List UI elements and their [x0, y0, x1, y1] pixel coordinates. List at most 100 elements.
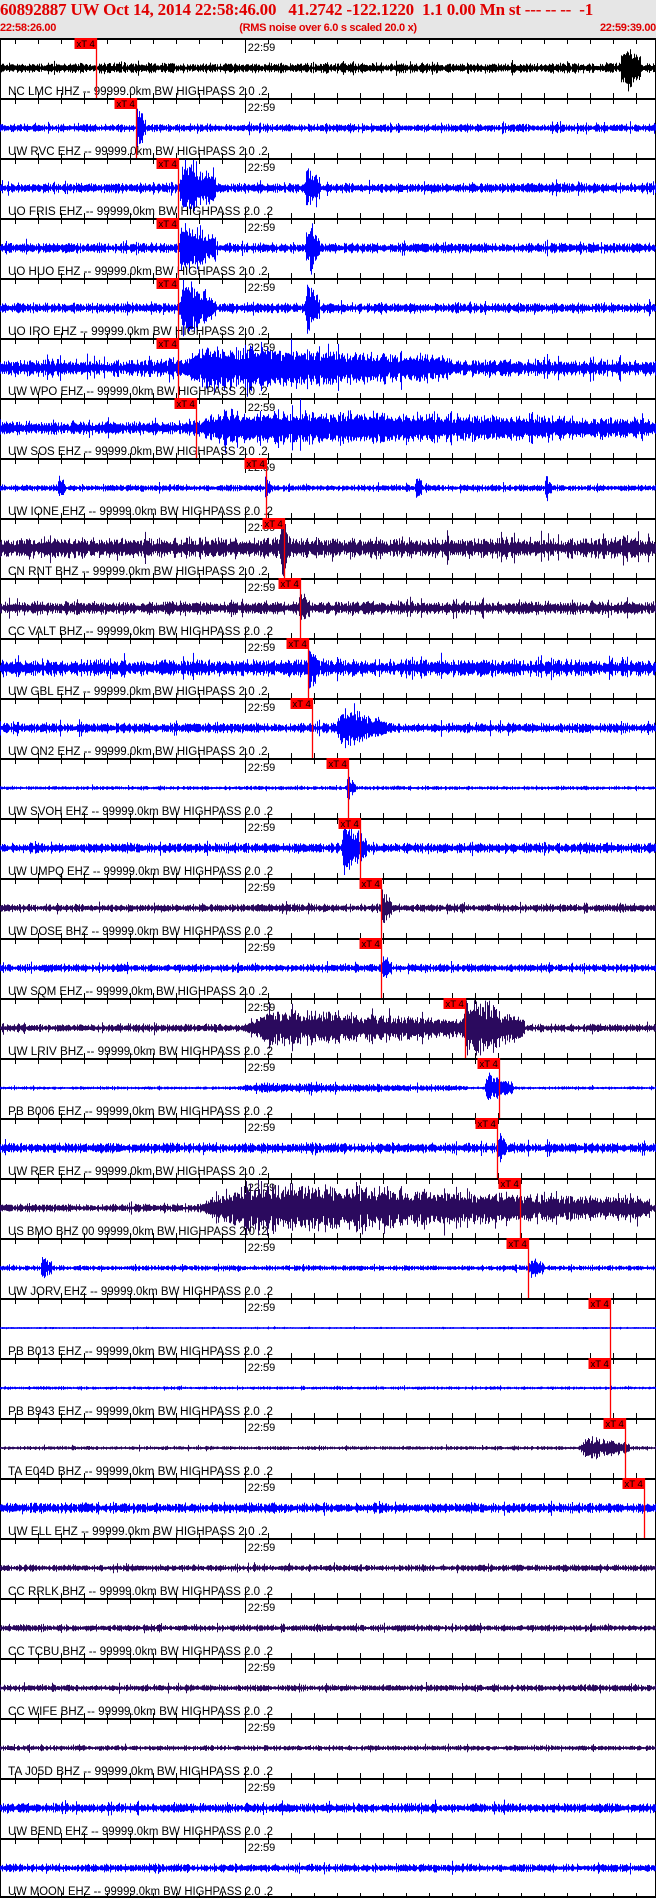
center-time-label: 22:59 — [248, 1002, 276, 1014]
trace: 22:59UW WPO EHZ -- 99999.0km BW HIGHPASS… — [0, 338, 656, 398]
station-label: CN RNT BHZ -- 99999.0km BW HIGHPASS 2.0 … — [8, 566, 268, 578]
trace: 22:59 UO IRO EHZ -- 99999.0km BW HIGHPASS… — [0, 278, 656, 338]
trace: 22:59 NC LMC HHZ -- 99999.0km BW HIGHPASS… — [0, 38, 656, 98]
scaling-note: (RMS noise over 6.0 s scaled 20.0 x) — [239, 22, 417, 34]
station-label: UW LRIV BHZ -- 99999.0km BW HIGHPASS 2.0… — [8, 1046, 273, 1058]
trace: 22:59 UW SQM EHZ -- 99999.0km BW HIGHPASS… — [0, 938, 656, 998]
center-time-label: 22:59 — [248, 102, 276, 114]
trace: 22:59US BMO BHZ 00 99999.0km BW HIGHPASS… — [0, 1178, 656, 1238]
station-label: UW ELL EHZ -- 99999.0km BW HIGHPASS 2.0 … — [8, 1526, 268, 1538]
center-time-label: 22:59 — [248, 1422, 276, 1434]
center-time-label: 22:59 — [248, 1722, 276, 1734]
center-time-label: 22:59 — [248, 1542, 276, 1554]
pick-marker-label: xT 4 — [362, 939, 380, 950]
trace: 22:59 PB B006 EHZ -- 99999.0km BW HIGHPAS… — [0, 1058, 656, 1118]
pick-marker-label: xT 4 — [625, 1479, 643, 1490]
center-time-label: 22:59 — [248, 1842, 276, 1854]
pick-marker-label: xT 4 — [159, 219, 177, 230]
center-time-label: 22:59 — [248, 402, 276, 414]
station-label: UW BEND EHZ -- 99999.0km BW HIGHPASS 2.0… — [8, 1826, 273, 1838]
center-time-label: 22:59 — [248, 1302, 276, 1314]
trace: 22:59 UW BEND EHZ -- 99999.0km BW HIGHPAS… — [0, 1778, 656, 1838]
trace: 22:59 UW SVOH EHZ -- 99999.0km BW HIGHPAS… — [0, 758, 656, 818]
center-time-label: 22:59 — [248, 282, 276, 294]
station-label: UW SVOH EHZ -- 99999.0km BW HIGHPASS 2.0… — [8, 806, 273, 818]
station-label: UW SQM EHZ -- 99999.0km BW HIGHPASS 2.0 … — [8, 986, 268, 998]
station-label: CC VALT BHZ -- 99999.0km BW HIGHPASS 2.0… — [8, 626, 273, 638]
trace: 22:59CN RNT BHZ -- 99999.0km BW HIGHPASS… — [0, 518, 656, 578]
center-time-label: 22:59 — [248, 822, 276, 834]
pick-marker-label: xT 4 — [281, 579, 299, 590]
center-time-label: 22:59 — [248, 1122, 276, 1134]
waveform — [0, 159, 656, 212]
pick-marker-label: xT 4 — [247, 459, 265, 470]
center-time-label: 22:59 — [248, 702, 276, 714]
center-time-label: 22:59 — [248, 1482, 276, 1494]
pick-marker-label: xT 4 — [329, 759, 347, 770]
trace: 22:59 UO FRIS EHZ -- 99999.0km BW HIGHPAS… — [0, 158, 656, 218]
station-label: UW WPO EHZ -- 99999.0km BW HIGHPASS 2.0 … — [8, 386, 268, 398]
trace: 22:59 UW JORV EHZ -- 99999.0km BW HIGHPAS… — [0, 1238, 656, 1298]
center-time-label: 22:59 — [248, 942, 276, 954]
center-time-label: 22:59 — [248, 1362, 276, 1374]
pick-marker-label: xT 4 — [341, 819, 359, 830]
trace: 22:59 CC TCBU BHZ -- 99999.0km BW HIGHPAS… — [0, 1598, 656, 1658]
pick-marker-label: xT 4 — [265, 519, 283, 530]
station-label: UW UMPQ EHZ -- 99999.0km BW HIGHPASS 2.0… — [8, 866, 273, 878]
center-time-label: 22:59 — [248, 1062, 276, 1074]
waveform — [0, 399, 656, 453]
station-label: CC WIFE BHZ -- 99999.0km BW HIGHPASS 2.0… — [8, 1706, 273, 1718]
pick-marker-label: xT 4 — [177, 399, 195, 410]
center-time-label: 22:59 — [248, 582, 276, 594]
pick-marker-label: xT 4 — [159, 339, 177, 350]
station-label: PB B013 EHZ -- 99999.0km BW HIGHPASS 2.0… — [8, 1346, 273, 1358]
center-time-label: 22:59 — [248, 1602, 276, 1614]
pick-marker-label: xT 4 — [362, 879, 380, 890]
station-label: PB B006 EHZ -- 99999.0km BW HIGHPASS 2.0… — [8, 1106, 273, 1118]
station-label: UW GBL EHZ -- 99999.0km BW HIGHPASS 2.0 … — [8, 686, 268, 698]
station-label: UW DOSE BHZ -- 99999.0km BW HIGHPASS 2.0… — [8, 926, 273, 938]
station-label: UW RVC EHZ -- 99999.0km BW HIGHPASS 2.0 … — [8, 146, 268, 158]
trace: 22:59 UW LRIV BHZ -- 99999.0km BW HIGHPAS… — [0, 998, 656, 1058]
trace: 22:59 UW RER EHZ -- 99999.0km BW HIGHPASS… — [0, 1118, 656, 1178]
trace: 22:59 TA J05D BHZ -- 99999.0km BW HIGHPAS… — [0, 1718, 656, 1778]
trace: 22:59 UW DOSE BHZ -- 99999.0km BW HIGHPAS… — [0, 878, 656, 938]
center-time-label: 22:59 — [248, 1662, 276, 1674]
station-label: TA E04D BHZ -- 99999.0km BW HIGHPASS 2.0… — [8, 1466, 273, 1478]
pick-marker-label: xT 4 — [293, 699, 311, 710]
event-title: 60892887 UW Oct 14, 2014 22:58:46.00 41.… — [0, 0, 593, 19]
trace: 22:59 UO HUO EHZ -- 99999.0km BW HIGHPASS… — [0, 218, 656, 278]
trace: 22:59 PB B013 EHZ -- 99999.0km BW HIGHPAS… — [0, 1298, 656, 1358]
pick-marker-label: xT 4 — [159, 279, 177, 290]
pick-marker-label: xT 4 — [606, 1419, 624, 1430]
trace: 22:59UW IONE EHZ -- 99999.0km BW HIGHPAS… — [0, 458, 656, 518]
pick-marker-label: xT 4 — [446, 999, 464, 1010]
header: 60892887 UW Oct 14, 2014 22:58:46.00 41.… — [0, 0, 656, 38]
pick-marker-label: xT 4 — [591, 1299, 609, 1310]
station-label: CC RRLK BHZ -- 99999.0km BW HIGHPASS 2.0… — [8, 1586, 273, 1598]
station-label: NC LMC HHZ -- 99999.0km BW HIGHPASS 2.0 … — [8, 86, 268, 98]
station-label: UO FRIS EHZ -- 99999.0km BW HIGHPASS 2.0… — [8, 206, 273, 218]
station-label: UO IRO EHZ -- 99999.0km BW HIGHPASS 2.0 … — [8, 326, 268, 338]
trace: 22:59 UW UMPQ EHZ -- 99999.0km BW HIGHPAS… — [0, 818, 656, 878]
station-label: PB B943 EHZ -- 99999.0km BW HIGHPASS 2.0… — [8, 1406, 273, 1418]
trace: 22:59 UW RVC EHZ -- 99999.0km BW HIGHPASS… — [0, 98, 656, 158]
station-label: UW IONE EHZ -- 99999.0km BW HIGHPASS 2.0… — [8, 506, 273, 518]
station-label: UW SOS EHZ -- 99999.0km BW HIGHPASS 2.0 … — [8, 446, 268, 458]
waveform — [0, 1072, 656, 1100]
trace: 22:59 PB B943 EHZ -- 99999.0km BW HIGHPAS… — [0, 1358, 656, 1418]
waveform — [0, 956, 656, 978]
station-label: UW JORV EHZ -- 99999.0km BW HIGHPASS 2.0… — [8, 1286, 273, 1298]
station-label: UO HUO EHZ -- 99999.0km BW HIGHPASS 2.0 … — [8, 266, 268, 278]
end-time: 22:59:39.00 — [599, 22, 656, 34]
waveform — [0, 889, 656, 923]
center-time-label: 22:59 — [248, 222, 276, 234]
seismogram-plot: 22:59 NC LMC HHZ -- 99999.0km BW HIGHPASS… — [0, 38, 656, 1898]
center-time-label: 22:59 — [248, 1782, 276, 1794]
station-label: CC TCBU BHZ -- 99999.0km BW HIGHPASS 2.0… — [8, 1646, 273, 1658]
center-time-label: 22:59 — [248, 762, 276, 774]
station-label: US BMO BHZ 00 99999.0km BW HIGHPASS 2.0 … — [8, 1226, 268, 1238]
center-time-label: 22:59 — [248, 642, 276, 654]
station-label: UW ON2 EHZ -- 99999.0km BW HIGHPASS 2.0 … — [8, 746, 268, 758]
center-time-label: 22:59 — [248, 882, 276, 894]
